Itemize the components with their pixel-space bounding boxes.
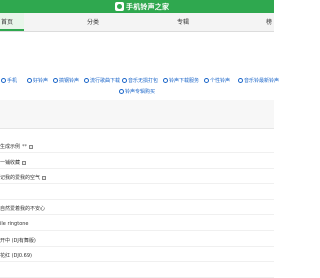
tag-icon (1, 78, 6, 83)
nav-ranking[interactable]: 榜 (266, 17, 272, 26)
ringtone-title: 一铺收藏 (0, 160, 21, 166)
ringtone-title: 花红 (DJ0.69) (0, 253, 32, 259)
hot-tag-label: 个性铃声 (210, 78, 231, 84)
hot-tag-label: 好铃声 (33, 78, 49, 84)
row-divider (0, 199, 274, 200)
row-divider (0, 183, 274, 184)
top-header-bar: 手机铃声之家 (0, 0, 274, 13)
list-item[interactable]: ile ringtone (0, 221, 29, 227)
hd-badge-icon (22, 160, 27, 165)
tag-icon (122, 78, 127, 83)
tag-icon (27, 78, 32, 83)
tag-icon (163, 78, 168, 83)
row-divider (0, 214, 274, 215)
hot-tag-label: 音乐铃最新铃声 (244, 78, 280, 84)
hot-tag[interactable]: 个性铃声 (204, 77, 230, 84)
row-divider (0, 261, 274, 262)
ringtone-title: 自然爱着我的不安心 (0, 206, 46, 212)
hot-tag[interactable]: 好铃声 (27, 77, 48, 84)
ringtone-title: 开中 (DJ有舞版) (0, 238, 36, 244)
hot-tag[interactable]: 手机 (1, 77, 17, 84)
main-nav (0, 13, 274, 32)
nav-album[interactable]: 专辑 (177, 17, 189, 26)
list-item[interactable]: 花红 (DJ0.69) (0, 252, 32, 259)
hot-tag-label: 流行歌曲下载 (90, 78, 121, 84)
nav-home[interactable]: 首页 (1, 17, 13, 26)
tag-icon (84, 78, 89, 83)
list-item[interactable]: 一铺收藏 (0, 159, 27, 166)
tag-icon (204, 78, 209, 83)
hot-tag-label: 铃声专辑购买 (125, 89, 156, 95)
tag-icon (53, 78, 58, 83)
hot-tag[interactable]: 搞钢铃声 (53, 77, 79, 84)
nav-category[interactable]: 分类 (87, 17, 99, 26)
ringtone-title: ile ringtone (0, 221, 29, 227)
hot-tag[interactable]: 铃声下载服务 (163, 77, 199, 84)
hot-tag[interactable]: 流行歌曲下载 (84, 77, 120, 84)
hot-tag-label: 手机 (7, 78, 18, 84)
spacer-band (0, 100, 274, 128)
hot-tag-label: 铃声下载服务 (169, 78, 200, 84)
section-divider (0, 128, 274, 129)
row-divider (0, 246, 274, 247)
list-item[interactable]: 开中 (DJ有舞版) (0, 237, 36, 244)
row-divider (0, 152, 274, 153)
hd-badge-icon (29, 144, 34, 149)
row-divider (0, 230, 274, 231)
row-divider (0, 168, 274, 169)
logo-text: 手机铃声之家 (126, 2, 170, 11)
list-item[interactable]: 自然爱着我的不安心 (0, 205, 45, 212)
hot-tag-label: 音乐无损打包 (128, 78, 159, 84)
hot-tag[interactable]: 音乐铃最新铃声 (238, 77, 279, 84)
hot-tag[interactable]: 铃声专辑购买 (119, 88, 155, 95)
hd-badge-icon (42, 175, 47, 180)
ringtone-title: 记我的爱我的空气 (0, 175, 41, 181)
hot-tag[interactable]: 音乐无损打包 (122, 77, 158, 84)
rating-mark: ** (22, 143, 28, 150)
list-item[interactable]: 记我的爱我的空气 (0, 174, 47, 181)
tag-icon (119, 89, 124, 94)
ringtone-title: 生成示例 (0, 144, 21, 150)
hot-tag-label: 搞钢铃声 (59, 78, 80, 84)
site-logo[interactable]: 手机铃声之家 (115, 1, 169, 12)
tag-icon (238, 78, 243, 83)
list-item[interactable]: 生成示例 ** (0, 143, 34, 150)
logo-icon (115, 2, 124, 11)
